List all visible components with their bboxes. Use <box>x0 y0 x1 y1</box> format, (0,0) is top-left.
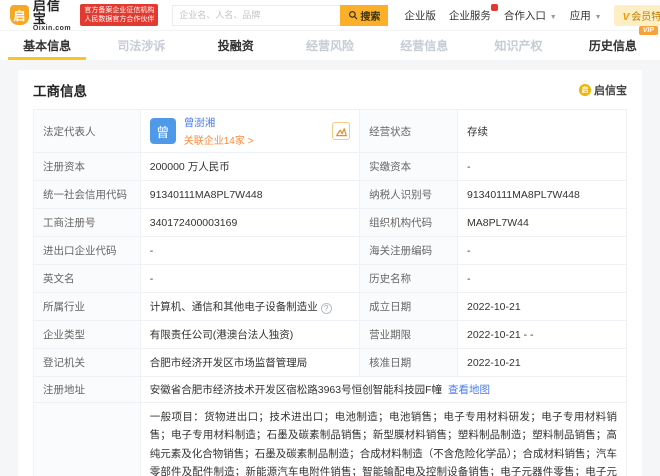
business-scope-value: 一般项目：货物进出口；技术进出口；电池制造；电池销售；电子专用材料研发；电子专用… <box>149 411 617 476</box>
company-type-label: 企业类型 <box>33 320 141 349</box>
vip-privileges-button[interactable]: V会员特权 <box>613 4 660 26</box>
customs-code-value: - <box>456 236 628 265</box>
table-row: 工商注册号 340172400003169 组织机构代码 MA8PL7W44 <box>33 208 628 237</box>
business-scope-label: 经营范围 <box>33 401 141 476</box>
business-term-value: 2022-10-21 - - <box>456 320 628 349</box>
tab-investment-financing[interactable]: 投融资 <box>189 31 283 60</box>
tab-operating-info[interactable]: 经营信息 <box>377 31 471 60</box>
tab-operating-risk[interactable]: 经营风险 <box>283 31 377 60</box>
table-row-scope: 经营范围 一般项目：货物进出口；技术进出口；电池制造；电池销售；电子专用材料研发… <box>33 401 628 476</box>
industry-label: 所属行业 <box>33 292 141 321</box>
view-map-link[interactable]: 查看地图 <box>448 384 490 396</box>
table-row: 进出口企业代码 - 海关注册编码 - <box>33 236 628 265</box>
former-name-label: 历史名称 <box>359 264 458 293</box>
credit-code-label: 统一社会信用代码 <box>33 180 141 209</box>
search-input[interactable] <box>172 4 341 26</box>
search-button-label: 搜索 <box>360 11 381 23</box>
org-code-label: 组织机构代码 <box>359 208 458 237</box>
registration-authority-value: 合肥市经济开发区市场监督管理局 <box>139 348 361 377</box>
nav-apps-label: 应用 <box>569 9 591 22</box>
table-row: 注册资本 200000 万人民币 实缴资本 - <box>33 152 628 181</box>
official-certification-badge: 官方备案企业征信机构 人民数据官方合作伙伴 <box>80 3 159 27</box>
registered-capital-value: 200000 万人民币 <box>139 152 361 181</box>
section-title: 工商信息 <box>33 84 87 99</box>
related-companies-link[interactable]: 关联企业14家 > <box>184 132 324 147</box>
registered-address-label: 注册地址 <box>33 376 141 403</box>
vip-v-icon: V <box>622 11 630 23</box>
nav-partner-entry-label: 合作入口 <box>503 9 546 22</box>
logo-name: 启信宝 <box>32 0 61 26</box>
header-nav: 企业版 企业服务 合作入口 ▼ 应用 ▼ <box>404 3 602 23</box>
establish-date-value: 2022-10-21 <box>456 292 628 321</box>
operating-status-value: 存续 <box>456 109 628 153</box>
registered-address-value: 安徽省合肥市经济技术开发区宿松路3963号恒创智能科技园F幢 <box>149 384 443 396</box>
company-type-value: 有限责任公司(港澳台法人独资) <box>139 320 361 349</box>
new-badge-icon <box>490 3 498 11</box>
watermark-shield-icon: 启 <box>579 84 591 96</box>
nav-apps[interactable]: 应用 ▼ <box>570 8 602 23</box>
question-circle-icon[interactable]: ? <box>320 303 332 314</box>
import-export-code-label: 进出口企业代码 <box>33 236 141 265</box>
org-code-value: MA8PL7W44 <box>456 208 628 237</box>
registration-number-value: 340172400003169 <box>139 208 361 237</box>
search-bar: 搜索 <box>172 4 389 26</box>
chevron-down-icon: ▼ <box>549 13 557 21</box>
operating-status-label: 经营状态 <box>359 109 458 153</box>
nav-enterprise-services[interactable]: 企业服务 <box>448 3 498 23</box>
business-info-card: 工商信息 启 启信宝 法定代表人 曾 曾澍湘 关联企业14家 > 经营状态 存续… <box>18 70 642 476</box>
table-row: 所属行业 计算机、通信和其他电子设备制造业? 成立日期 2022-10-21 <box>33 292 628 321</box>
paid-in-capital-label: 实缴资本 <box>359 152 458 181</box>
paid-in-capital-value: - <box>456 152 628 181</box>
industry-value: 计算机、通信和其他电子设备制造业 <box>149 301 318 313</box>
table-row: 登记机关 合肥市经济开发区市场监督管理局 核准日期 2022-10-21 <box>33 348 628 377</box>
legal-rep-avatar[interactable]: 曾 <box>149 118 176 144</box>
qixin-logo[interactable]: 启 启信宝 Qixin.com <box>10 0 72 32</box>
approval-date-label: 核准日期 <box>359 348 458 377</box>
vip-privileges-label: 会员特权 <box>631 11 660 23</box>
registered-capital-label: 注册资本 <box>33 152 141 181</box>
import-export-code-value: - <box>139 236 361 265</box>
nav-partner-entry[interactable]: 合作入口 ▼ <box>504 8 557 23</box>
search-button[interactable]: 搜索 <box>340 4 389 26</box>
registration-authority-label: 登记机关 <box>33 348 141 377</box>
customs-code-label: 海关注册编码 <box>359 236 458 265</box>
establish-date-label: 成立日期 <box>359 292 458 321</box>
registration-number-label: 工商注册号 <box>33 208 141 237</box>
nav-enterprise-services-label: 企业服务 <box>448 9 491 22</box>
legal-rep-name-link[interactable]: 曾澍湘 <box>184 115 324 130</box>
vip-badge: VIP <box>638 26 658 35</box>
taxpayer-id-label: 纳税人识别号 <box>359 180 458 209</box>
table-row: 企业类型 有限责任公司(港澳台法人独资) 营业期限 2022-10-21 - - <box>33 320 628 349</box>
english-name-label: 英文名 <box>33 264 141 293</box>
tab-basic-info[interactable]: 基本信息 <box>0 31 94 60</box>
tab-judicial-litigation[interactable]: 司法涉诉 <box>94 31 188 60</box>
taxpayer-id-value: 91340111MA8PL7W448 <box>456 180 628 209</box>
shield-logo-icon: 启 <box>10 5 29 25</box>
tab-intellectual-property[interactable]: 知识产权 <box>471 31 565 60</box>
section-tabs: 基本信息 司法涉诉 投融资 经营风险 经营信息 知识产权 历史信息 VIP <box>0 26 660 60</box>
table-row-address: 注册地址 安徽省合肥市经济技术开发区宿松路3963号恒创智能科技园F幢 查看地图 <box>33 376 628 403</box>
main-content: 工商信息 启 启信宝 法定代表人 曾 曾澍湘 关联企业14家 > 经营状态 存续… <box>0 60 660 476</box>
search-icon <box>349 10 358 20</box>
gov-badge-line1: 官方备案企业征信机构 <box>84 6 155 14</box>
qixin-watermark: 启 启信宝 <box>579 82 627 98</box>
business-registration-table: 法定代表人 曾 曾澍湘 关联企业14家 > 经营状态 存续 注册资本 20000… <box>33 109 628 476</box>
english-name-value: - <box>139 264 361 293</box>
gov-badge-line2: 人民数据官方合作伙伴 <box>84 16 155 23</box>
table-row: 统一社会信用代码 91340111MA8PL7W448 纳税人识别号 91340… <box>33 180 628 209</box>
approval-date-value: 2022-10-21 <box>456 348 628 377</box>
former-name-value: - <box>456 264 628 293</box>
table-row-legal-rep: 法定代表人 曾 曾澍湘 关联企业14家 > 经营状态 存续 <box>33 109 628 153</box>
top-header: 启 启信宝 Qixin.com 官方备案企业征信机构 人民数据官方合作伙伴 搜索… <box>0 0 660 32</box>
tab-history-info[interactable]: 历史信息 <box>566 31 660 60</box>
credit-code-value: 91340111MA8PL7W448 <box>139 180 361 209</box>
nav-enterprise-edition[interactable]: 企业版 <box>404 8 436 23</box>
business-term-label: 营业期限 <box>359 320 458 349</box>
watermark-text: 启信宝 <box>594 85 627 97</box>
relation-graph-icon[interactable] <box>332 122 351 140</box>
chevron-down-icon: ▼ <box>594 13 602 21</box>
legal-rep-label: 法定代表人 <box>33 109 141 153</box>
table-row: 英文名 - 历史名称 - <box>33 264 628 293</box>
